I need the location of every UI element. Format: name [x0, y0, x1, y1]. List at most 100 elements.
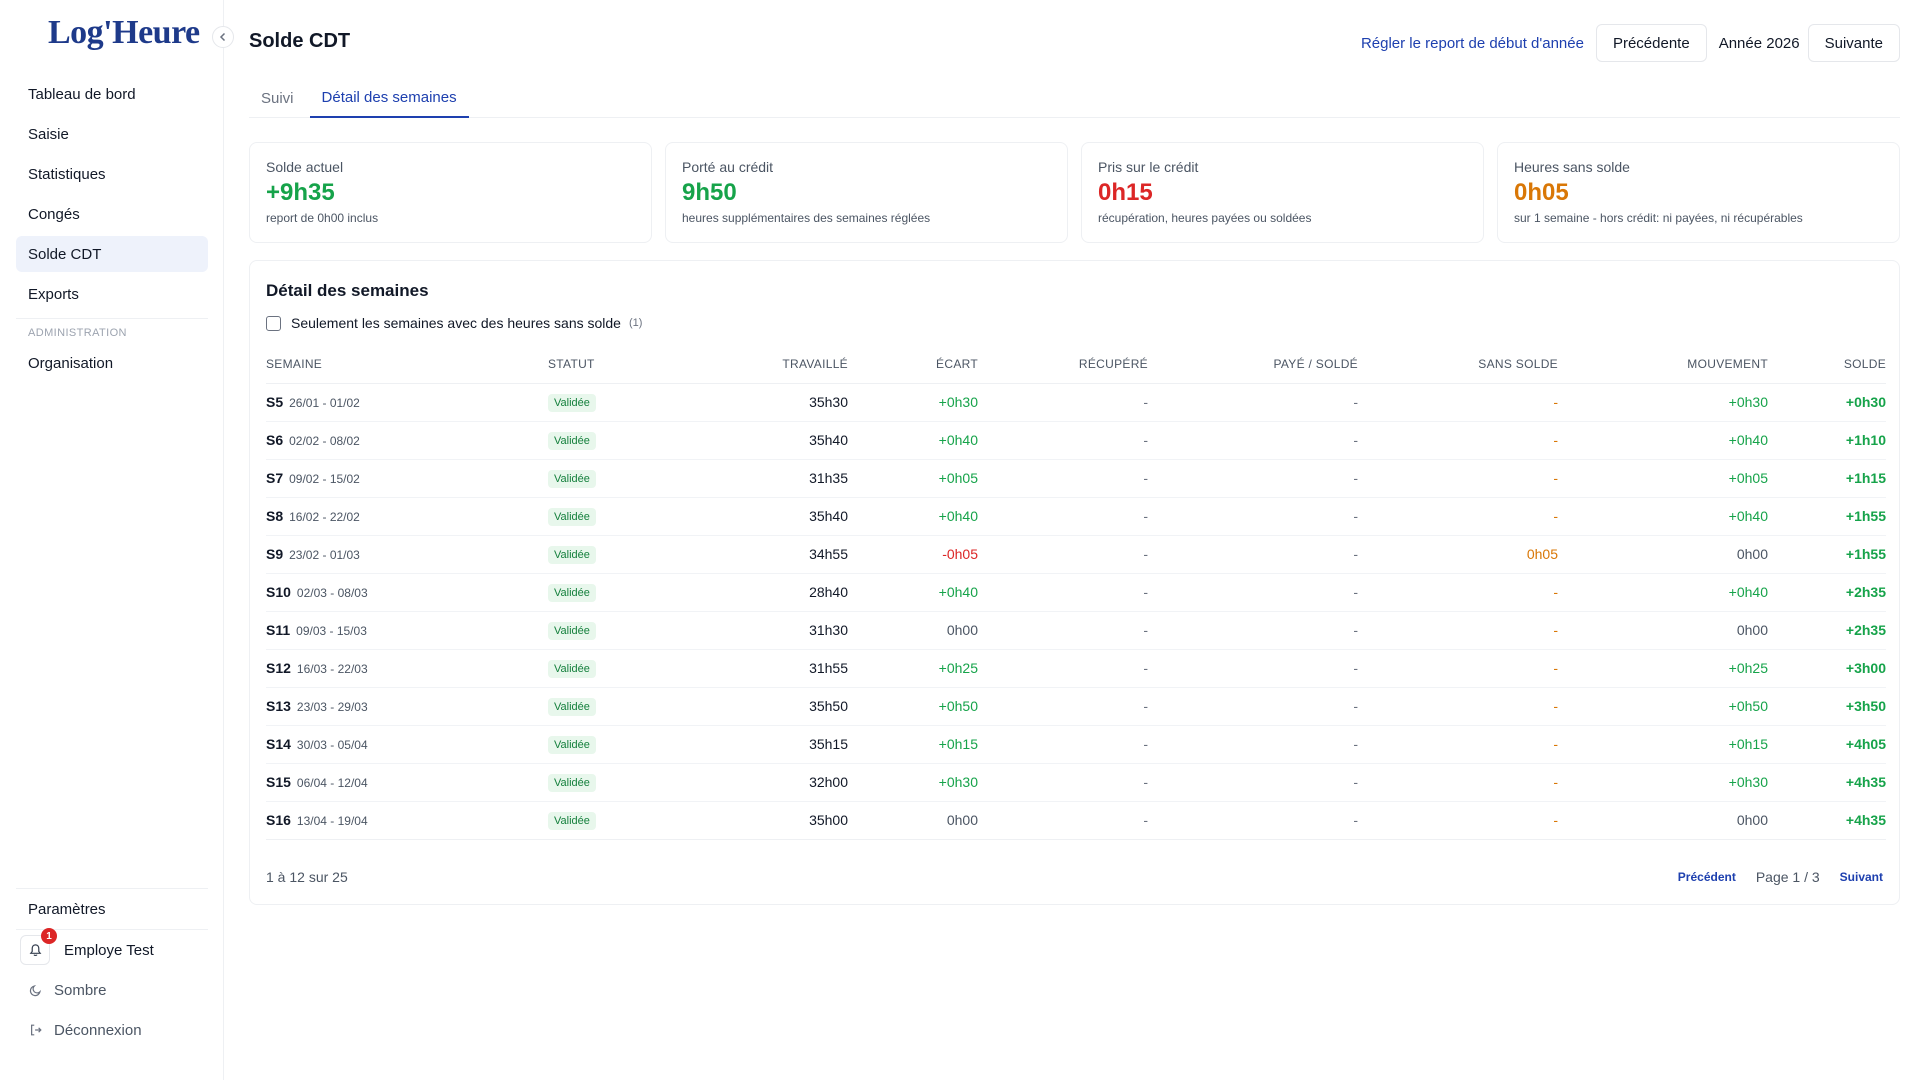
- table-row[interactable]: S12 16/03 - 22/03 Validée 31h55 +0h25- - - +0h2…: [266, 649, 1886, 688]
- card-label: Pris sur le crédit: [1098, 159, 1199, 175]
- cell-balance: +1h10: [1768, 421, 1886, 460]
- column-header-semaine[interactable]: SEMAINE: [266, 345, 548, 384]
- week-number: S14: [266, 736, 291, 752]
- cell-balance: +4h05: [1768, 725, 1886, 764]
- card-subtitle: sur 1 semaine - hors crédit: ni payées, …: [1514, 211, 1803, 225]
- table-row[interactable]: S8 16/02 - 22/02 Validée 35h40 +0h40- - - +0h40…: [266, 497, 1886, 536]
- cell-status: Validée: [548, 573, 668, 612]
- theme-toggle[interactable]: Sombre: [16, 970, 208, 1010]
- cell-balance: +3h50: [1768, 687, 1886, 726]
- cell-gap: +0h40: [848, 421, 978, 460]
- table-row[interactable]: S10 02/03 - 08/03 Validée 28h40 +0h40- - - +0h4…: [266, 573, 1886, 612]
- status-badge: Validée: [548, 735, 596, 754]
- sidebar-item-solde-cdt[interactable]: Solde CDT: [16, 236, 208, 272]
- cell-week: S7 09/02 - 15/02: [266, 459, 548, 498]
- cell-status: Validée: [548, 801, 668, 840]
- adjust-carryover-link[interactable]: Régler le report de début d'année: [1361, 35, 1584, 52]
- cell-movement: +0h40: [1558, 573, 1768, 612]
- tab-suivi[interactable]: Suivi: [249, 78, 306, 118]
- card-label: Solde actuel: [266, 159, 344, 175]
- cell-gap: +0h15: [848, 725, 978, 764]
- column-header-ecart[interactable]: ÉCART: [848, 345, 978, 384]
- column-header-mouvement[interactable]: MOUVEMENT: [1558, 345, 1768, 384]
- status-badge: Validée: [548, 697, 596, 716]
- unpaid-filter[interactable]: Seulement les semaines avec des heures s…: [266, 315, 642, 331]
- sidebar-item-label: Congés: [28, 205, 80, 223]
- cell-unpaid: -: [1358, 573, 1558, 612]
- sidebar: Log'Heure Tableau de bord Saisie Statist…: [0, 0, 234, 1080]
- status-badge: Validée: [548, 469, 596, 488]
- cell-paid: -: [1148, 801, 1358, 840]
- column-header-solde[interactable]: SOLDE: [1768, 345, 1886, 384]
- pagination-prev-button[interactable]: Précédent: [1678, 870, 1736, 884]
- cell-worked: 32h00: [668, 763, 848, 802]
- app-logo[interactable]: Log'Heure: [48, 14, 200, 52]
- previous-year-button[interactable]: Précédente: [1595, 24, 1707, 62]
- table-row[interactable]: S15 06/04 - 12/04 Validée 32h00 +0h30- - - +0h3…: [266, 763, 1886, 802]
- column-header-paye-solde[interactable]: PAYÉ / SOLDÉ: [1148, 345, 1358, 384]
- card-value: 0h05: [1514, 179, 1569, 206]
- status-badge: Validée: [548, 583, 596, 602]
- table-row[interactable]: S6 02/02 - 08/02 Validée 35h40 +0h40- - - +0h40…: [266, 421, 1886, 460]
- notifications-button[interactable]: 1: [20, 928, 57, 965]
- week-range: 16/02 - 22/02: [289, 510, 360, 524]
- table-row[interactable]: S16 13/04 - 19/04 Validée 35h00 0h00- - -0h00 +…: [266, 801, 1886, 840]
- status-badge: Validée: [548, 545, 596, 564]
- sidebar-item-organisation[interactable]: Organisation: [16, 345, 208, 381]
- cell-gap: -0h05: [848, 535, 978, 574]
- column-header-statut[interactable]: STATUT: [548, 345, 668, 384]
- nav-divider: [16, 318, 208, 319]
- week-number: S13: [266, 698, 291, 714]
- moon-icon: [28, 982, 44, 998]
- cell-gap: 0h00: [848, 801, 978, 840]
- current-year: Année 2026: [1718, 34, 1800, 52]
- sidebar-item-statistiques[interactable]: Statistiques: [16, 156, 208, 192]
- cell-paid: -: [1148, 611, 1358, 650]
- cell-paid: -: [1148, 573, 1358, 612]
- card-subtitle: report de 0h00 inclus: [266, 211, 379, 225]
- cell-paid: -: [1148, 459, 1358, 498]
- cell-paid: -: [1148, 421, 1358, 460]
- cell-recovered: -: [978, 649, 1148, 688]
- header-actions: Régler le report de début d'année Précéd…: [1361, 24, 1900, 62]
- sidebar-item-tableau-de-bord[interactable]: Tableau de bord: [16, 76, 208, 112]
- table-row[interactable]: S5 26/01 - 01/02 Validée 35h30 +0h30- - - +0h30…: [266, 383, 1886, 422]
- table-row[interactable]: S7 09/02 - 15/02 Validée 31h35 +0h05- - - +0h05…: [266, 459, 1886, 498]
- table-row[interactable]: S11 09/03 - 15/03 Validée 31h30 0h00- - -0h00 +…: [266, 611, 1886, 650]
- card-value: +9h35: [266, 179, 335, 206]
- pagination-next-button[interactable]: Suivant: [1840, 870, 1883, 884]
- unpaid-filter-checkbox[interactable]: [266, 315, 281, 331]
- cell-balance: +1h55: [1768, 535, 1886, 574]
- table-row[interactable]: S13 23/03 - 29/03 Validée 35h50 +0h50- - - +0h5…: [266, 687, 1886, 726]
- column-header-travaille[interactable]: TRAVAILLÉ: [668, 345, 848, 384]
- tab-detail-semaines[interactable]: Détail des semaines: [309, 78, 469, 118]
- cell-recovered: -: [978, 459, 1148, 498]
- status-badge: Validée: [548, 393, 596, 412]
- cell-week: S14 30/03 - 05/04: [266, 725, 548, 764]
- week-range: 09/02 - 15/02: [289, 472, 360, 486]
- cell-recovered: -: [978, 421, 1148, 460]
- column-header-recupere[interactable]: RÉCUPÉRÉ: [978, 345, 1148, 384]
- sidebar-item-conges[interactable]: Congés: [16, 196, 208, 232]
- user-menu[interactable]: 1 Employe Test: [16, 928, 208, 970]
- week-range: 16/03 - 22/03: [296, 662, 368, 676]
- table-row[interactable]: S14 30/03 - 05/04 Validée 35h15 +0h15- - - +0h1…: [266, 725, 1886, 764]
- cell-movement: +0h15: [1558, 725, 1768, 764]
- table-row[interactable]: S9 23/02 - 01/03 Validée 34h55 -0h05- -0h05 0h…: [266, 535, 1886, 574]
- nav-section-administration: ADMINISTRATION: [28, 327, 127, 339]
- next-year-button[interactable]: Suivante: [1807, 24, 1900, 62]
- sidebar-item-saisie[interactable]: Saisie: [16, 116, 208, 152]
- cell-status: Validée: [548, 763, 668, 802]
- week-number: S10: [266, 584, 291, 600]
- sidebar-item-label: Statistiques: [28, 165, 106, 183]
- collapse-sidebar-button[interactable]: [212, 26, 234, 48]
- cell-gap: +0h30: [848, 763, 978, 802]
- settings-link[interactable]: Paramètres: [16, 889, 208, 929]
- column-header-sans-solde[interactable]: SANS SOLDE: [1358, 345, 1558, 384]
- sidebar-item-exports[interactable]: Exports: [16, 276, 208, 312]
- cell-recovered: -: [978, 763, 1148, 802]
- logout-icon: [28, 1022, 44, 1038]
- logout-button[interactable]: Déconnexion: [16, 1010, 208, 1050]
- cell-week: S9 23/02 - 01/03: [266, 535, 548, 574]
- pagination: Précédent Page 1 / 3 Suivant: [1678, 869, 1883, 885]
